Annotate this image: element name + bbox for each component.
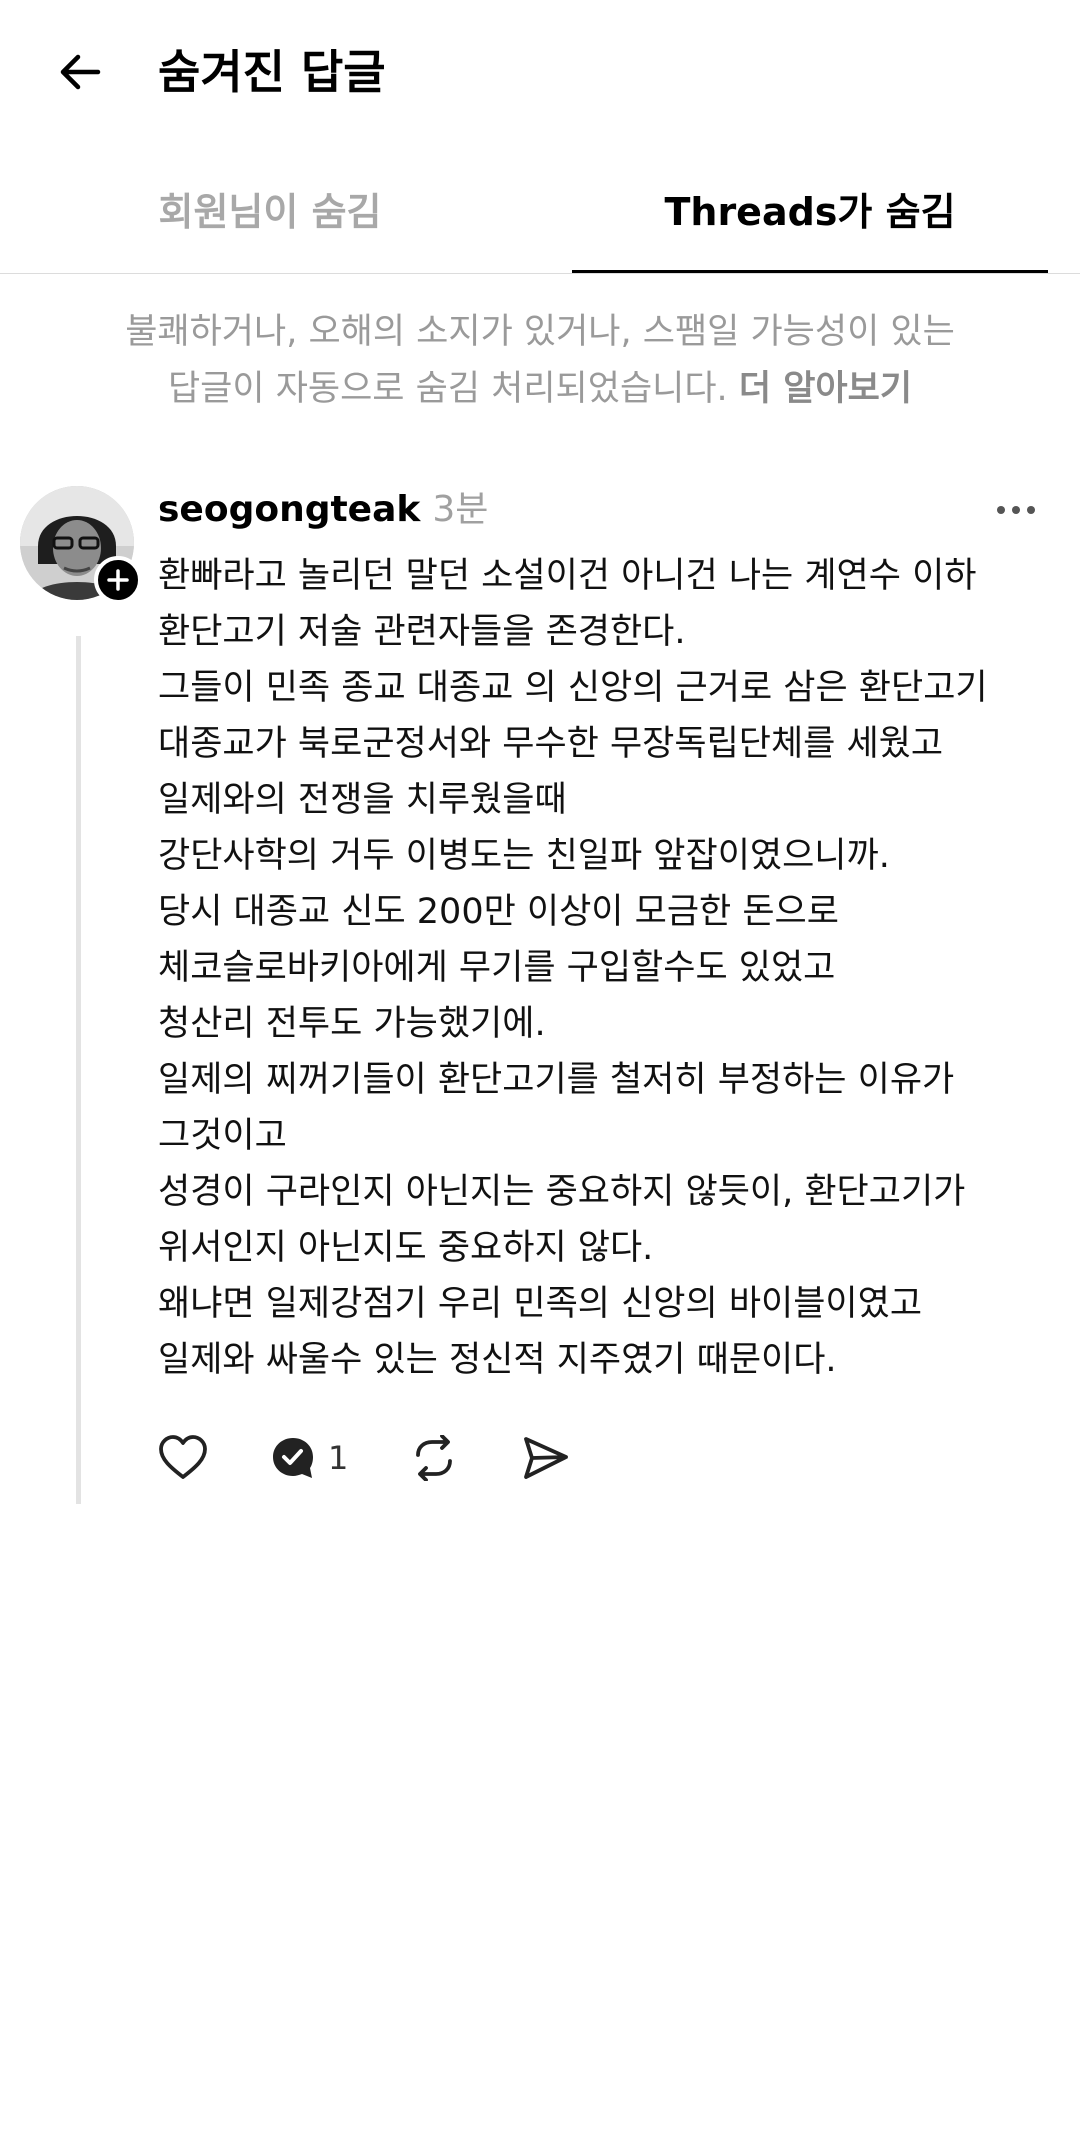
- post-line: 청산리 전투도 가능했기에.: [158, 1004, 546, 1044]
- learn-more-link[interactable]: 더 알아보기: [739, 369, 912, 409]
- tab-bar: 회원님이 숨김 Threads가 숨김: [0, 150, 1080, 274]
- post-line: 환빠라고 놀리던 말던 소설이건 아니건 나는 계연수 이하: [158, 556, 977, 596]
- notice-line-2: 답글이 자동으로 숨김 처리되었습니다. 더 알아보기: [60, 361, 1020, 418]
- back-button[interactable]: [40, 32, 120, 112]
- send-icon: [524, 1437, 568, 1479]
- hidden-replies-notice: 불쾌하거나, 오해의 소지가 있거나, 스팸일 가능성이 있는 답글이 자동으로…: [60, 304, 1020, 418]
- post-line: 위서인지 아닌지도 중요하지 않다.: [158, 1228, 654, 1268]
- notice-line-1: 불쾌하거나, 오해의 소지가 있거나, 스팸일 가능성이 있는: [125, 312, 955, 352]
- active-tab-indicator: [572, 270, 1048, 273]
- post-line: 일제와의 전쟁을 치루웠을때: [158, 780, 567, 820]
- repost-button[interactable]: [410, 1432, 522, 1484]
- page-title: 숨겨진 답글: [158, 45, 386, 99]
- thread-line: [76, 636, 81, 1504]
- top-app-bar: 숨겨진 답글: [0, 0, 1080, 150]
- username[interactable]: seogongteak: [158, 484, 420, 536]
- more-horizontal-icon: [997, 506, 1035, 514]
- notice-line-2-text: 답글이 자동으로 숨김 처리되었습니다.: [167, 369, 728, 409]
- arrow-left-icon: [60, 54, 101, 90]
- post-actions: 1: [158, 1432, 582, 1484]
- reply-check-icon: [273, 1438, 313, 1478]
- more-options-button[interactable]: [990, 490, 1042, 530]
- post-line: 체코슬로바키아에게 무기를 구입할수도 있었고: [158, 948, 836, 988]
- post-line: 성경이 구라인지 아닌지는 중요하지 않듯이, 환단고기가: [158, 1172, 966, 1212]
- post-header: seogongteak 3분: [158, 484, 488, 536]
- post-line: 일제와 싸울수 있는 정신적 지주였기 때문이다.: [158, 1340, 837, 1380]
- post-line: 일제의 찌꺼기들이 환단고기를 철저히 부정하는 이유가: [158, 1060, 955, 1100]
- post-line: 그것이고: [158, 1116, 287, 1156]
- share-button[interactable]: [522, 1432, 582, 1484]
- reply-count: 1: [328, 1439, 349, 1477]
- post-line: 환단고기 저술 관련자들을 존경한다.: [158, 612, 686, 652]
- follow-button[interactable]: [94, 556, 142, 604]
- reply-button[interactable]: 1: [270, 1432, 410, 1484]
- tab-hidden-by-you[interactable]: 회원님이 숨김: [0, 150, 540, 274]
- post-line: 그들이 민족 종교 대종교 의 신앙의 근거로 삼은 환단고기: [158, 668, 988, 708]
- post-line: 대종교가 북로군정서와 무수한 무장독립단체를 세웠고: [158, 724, 944, 764]
- heart-icon: [159, 1435, 207, 1479]
- tab-hidden-by-threads[interactable]: Threads가 숨김: [540, 150, 1080, 274]
- post-text: 환빠라고 놀리던 말던 소설이건 아니건 나는 계연수 이하 환단고기 저술 관…: [158, 548, 1038, 1388]
- like-button[interactable]: [158, 1432, 270, 1484]
- timestamp: 3분: [432, 489, 489, 530]
- plus-icon: [107, 569, 129, 591]
- post-line: 강단사학의 거두 이병도는 친일파 앞잡이였으니까.: [158, 836, 890, 876]
- post-line: 왜냐면 일제강점기 우리 민족의 신앙의 바이블이였고: [158, 1284, 923, 1324]
- avatar-container[interactable]: [20, 486, 142, 604]
- repost-icon: [416, 1435, 452, 1481]
- post-line: 당시 대종교 신도 200만 이상이 모금한 돈으로: [158, 892, 839, 932]
